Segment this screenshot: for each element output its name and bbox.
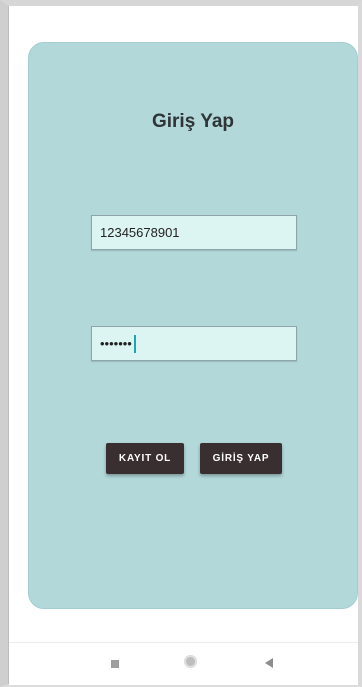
back-triangle-icon[interactable] bbox=[265, 658, 273, 668]
recents-square-icon[interactable] bbox=[111, 660, 119, 668]
login-card: Giriş Yap KAYIT OL GİRİŞ YAP bbox=[28, 42, 358, 609]
register-button[interactable]: KAYIT OL bbox=[106, 443, 184, 474]
app-screen: Giriş Yap KAYIT OL GİRİŞ YAP bbox=[8, 6, 358, 685]
text-caret bbox=[134, 335, 136, 353]
home-circle-icon[interactable] bbox=[184, 655, 197, 668]
tc-number-field[interactable] bbox=[91, 215, 297, 250]
system-nav-bar bbox=[9, 642, 358, 685]
password-field[interactable] bbox=[91, 326, 297, 361]
tc-number-input[interactable] bbox=[92, 216, 296, 249]
password-input[interactable] bbox=[92, 327, 296, 360]
login-button[interactable]: GİRİŞ YAP bbox=[200, 443, 282, 474]
page-title: Giriş Yap bbox=[151, 111, 235, 132]
